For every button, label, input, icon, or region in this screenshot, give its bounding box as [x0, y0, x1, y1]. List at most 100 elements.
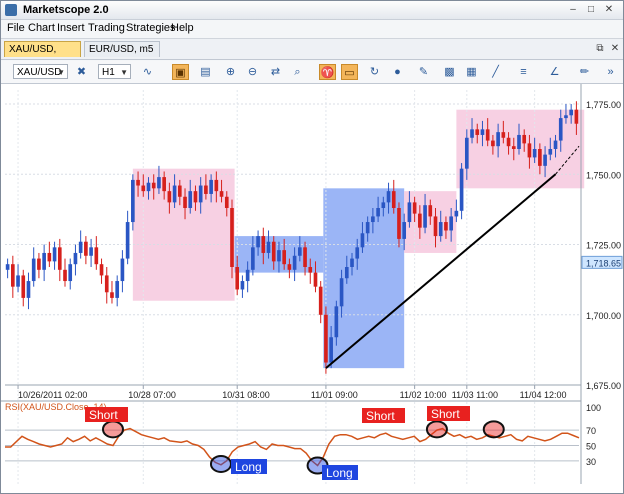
- chevron-down-icon: ▼: [57, 68, 65, 77]
- candle: [78, 241, 83, 253]
- candle: [428, 205, 433, 217]
- chart-svg[interactable]: 1,775.00 1,750.00 1,725.00 1,700.00 1,675.00…: [1, 84, 623, 493]
- signal-circle: [482, 420, 505, 439]
- candle: [5, 264, 10, 270]
- candle: [282, 250, 286, 265]
- menu-insert[interactable]: Insert: [57, 22, 85, 34]
- candle: [110, 292, 114, 298]
- candle: [125, 222, 130, 259]
- restore-icon[interactable]: ⧉: [592, 42, 608, 55]
- rsi-tick-label: 70: [586, 426, 596, 436]
- menu-file[interactable]: File: [7, 22, 25, 34]
- menu-help[interactable]: Help: [171, 22, 194, 34]
- candle: [517, 134, 521, 149]
- candle: [501, 132, 506, 138]
- candle: [131, 179, 135, 223]
- y-tick-label: 1,675.00: [586, 381, 621, 391]
- candle: [94, 247, 99, 265]
- maximize-icon[interactable]: □: [583, 3, 599, 16]
- candle: [240, 281, 245, 290]
- signal-label: Long: [326, 466, 353, 480]
- signal-circle: [425, 420, 448, 439]
- globe-icon[interactable]: ●: [389, 64, 406, 80]
- candle: [313, 272, 318, 287]
- candle: [183, 196, 187, 208]
- zoom-out-icon[interactable]: ⊖: [244, 64, 261, 80]
- candle: [57, 247, 62, 270]
- y-tick-label: 1,725.00: [586, 241, 621, 251]
- rsi-tick-label: 100: [586, 403, 601, 413]
- tab-xauusd-h1[interactable]: XAU/USD, H1✕: [4, 41, 81, 72]
- candle: [344, 267, 349, 279]
- menu-trading[interactable]: Trading: [88, 22, 125, 34]
- candle: [261, 236, 266, 253]
- refresh-icon[interactable]: ↻: [366, 64, 383, 80]
- candle: [506, 137, 511, 147]
- draw-icon[interactable]: ✏: [576, 64, 593, 80]
- candle: [115, 281, 120, 298]
- candle: [407, 202, 412, 223]
- candle: [360, 233, 365, 248]
- signal-circle: [101, 420, 124, 439]
- candle: [433, 216, 438, 237]
- menu-chart[interactable]: Chart: [28, 22, 55, 34]
- y-tick-label: 1,750.00: [586, 170, 621, 180]
- candle: [402, 222, 407, 239]
- candle: [397, 208, 401, 239]
- grid-icon[interactable]: ▦: [463, 64, 480, 80]
- line-tools-icon[interactable]: ╱: [487, 64, 504, 80]
- candle: [120, 258, 125, 282]
- tab-eurusd-m5[interactable]: EUR/USD, m5: [84, 41, 160, 57]
- chart-tabs: XAU/USD, H1✕ EUR/USD, m5 ⧉ ✕: [1, 38, 623, 72]
- menu-strategies[interactable]: Strategies: [126, 22, 176, 34]
- overflow-icon[interactable]: »: [602, 64, 619, 80]
- period-select[interactable]: H1 ▼: [98, 64, 131, 79]
- symbol-select[interactable]: XAU/USD ▼: [13, 64, 68, 79]
- candle: [381, 202, 386, 208]
- candle: [162, 177, 166, 192]
- rsi-tick-label: 30: [586, 457, 596, 467]
- candle: [391, 191, 396, 208]
- crosshair-icon[interactable]: ▣: [172, 64, 189, 80]
- minimize-icon[interactable]: –: [565, 3, 581, 16]
- candle: [527, 143, 532, 158]
- tab-close-all-icon[interactable]: ✕: [607, 42, 623, 55]
- candle: [464, 137, 469, 169]
- candle: [251, 247, 255, 270]
- candle: [511, 146, 516, 149]
- fan-icon[interactable]: ∠: [546, 64, 563, 80]
- scroll-icon[interactable]: ⇄: [267, 64, 284, 80]
- candle: [470, 129, 474, 138]
- image-icon[interactable]: ▩: [441, 64, 458, 80]
- close-icon[interactable]: ✕: [601, 3, 617, 16]
- zoom-in-icon[interactable]: ⊕: [222, 64, 239, 80]
- candle: [204, 185, 208, 194]
- candle: [209, 179, 213, 194]
- comment-icon[interactable]: ▭: [341, 64, 358, 80]
- remove-symbol-icon[interactable]: ✖: [73, 64, 90, 80]
- candle: [292, 255, 297, 270]
- x-tick-label: 10/28 07:00: [128, 390, 176, 400]
- candle: [308, 267, 313, 273]
- current-price-label: 1,718.65: [586, 258, 621, 268]
- signal-label: Short: [89, 408, 118, 422]
- candle: [99, 264, 104, 276]
- chart-type-icon[interactable]: ∿: [139, 64, 156, 80]
- app-icon: [5, 4, 17, 16]
- channel-icon[interactable]: ≡: [515, 64, 532, 80]
- candle: [355, 247, 360, 259]
- candle: [104, 275, 109, 293]
- data-window-icon[interactable]: ▤: [197, 64, 214, 80]
- candle: [480, 129, 485, 135]
- candle: [454, 210, 459, 217]
- candle: [569, 109, 573, 116]
- pencil-icon[interactable]: ✎: [415, 64, 432, 80]
- y-tick-label: 1,775.00: [586, 100, 621, 110]
- indicator-icon[interactable]: ♈: [319, 64, 336, 80]
- chart-toolbar: XAU/USD ▼ ✖ H1 ▼ ∿ ▣ ▤ ⊕ ⊖ ⇄ ⌕ ♈ ▭ ↻ ● ✎ ▩…: [1, 61, 623, 84]
- candle: [177, 185, 182, 197]
- window-title: Marketscope 2.0: [23, 4, 109, 16]
- candle: [459, 168, 464, 211]
- zoom-area-icon[interactable]: ⌕: [289, 64, 306, 80]
- chart-area[interactable]: 1,775.00 1,750.00 1,725.00 1,700.00 1,675.00…: [1, 84, 623, 493]
